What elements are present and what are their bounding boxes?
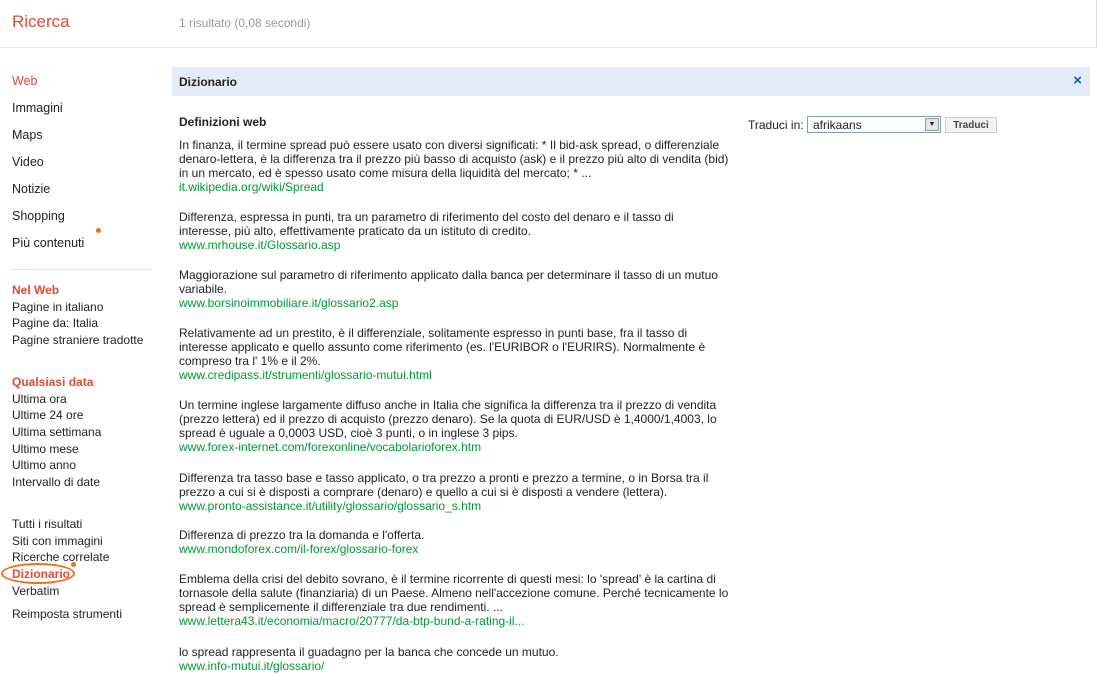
option-last-month[interactable]: Ultimo mese bbox=[12, 442, 79, 456]
option-last-year[interactable]: Ultimo anno bbox=[12, 458, 76, 472]
marker-dot bbox=[96, 228, 101, 233]
brand-title[interactable]: Ricerca bbox=[12, 12, 70, 32]
definition-source-link[interactable]: www.forex-internet.com/forexonline/vocab… bbox=[179, 440, 729, 454]
mode-maps[interactable]: Maps bbox=[12, 128, 43, 142]
option-pages-from-italy[interactable]: Pagine da: Italia bbox=[12, 316, 98, 330]
definition-source-link[interactable]: www.info-mutui.it/glossario/ bbox=[179, 659, 729, 673]
option-last-24h[interactable]: Ultime 24 ore bbox=[12, 408, 83, 422]
option-translated-pages[interactable]: Pagine straniere tradotte bbox=[12, 333, 143, 347]
definition-text: Differenza di prezzo tra la domanda e l'… bbox=[179, 528, 425, 542]
web-section-title[interactable]: Nel Web bbox=[12, 283, 59, 297]
translate-label: Traduci in: bbox=[748, 118, 804, 132]
definition-text: Differenza tra tasso base e tasso applic… bbox=[179, 471, 709, 499]
definition-item: Un termine inglese largamente diffuso an… bbox=[179, 398, 729, 454]
option-last-week[interactable]: Ultima settimana bbox=[12, 425, 101, 439]
web-definitions-title: Definizioni web bbox=[179, 115, 267, 129]
definition-text: Maggiorazione sul parametro di riferimen… bbox=[179, 268, 718, 296]
definition-source-link[interactable]: www.mondoforex.com/il-forex/glossario-fo… bbox=[179, 542, 729, 556]
reset-tools-link[interactable]: Reimposta strumenti bbox=[12, 607, 122, 621]
mode-web[interactable]: Web bbox=[12, 74, 37, 88]
definition-text: In finanza, il termine spread può essere… bbox=[179, 138, 729, 180]
definition-source-link[interactable]: www.borsinoimmobiliare.it/glossario2.asp bbox=[179, 296, 729, 310]
definition-item: Maggiorazione sul parametro di riferimen… bbox=[179, 268, 729, 310]
option-all-results[interactable]: Tutti i risultati bbox=[12, 517, 82, 531]
language-select[interactable]: afrikaans ▼ bbox=[807, 116, 941, 133]
option-italian-pages[interactable]: Pagine in italiano bbox=[12, 300, 103, 314]
definition-source-link[interactable]: www.mrhouse.it/Glossario.asp bbox=[179, 238, 729, 252]
chevron-down-icon[interactable]: ▼ bbox=[925, 118, 939, 131]
definition-source-link[interactable]: www.pronto-assistance.it/utility/glossar… bbox=[179, 499, 729, 513]
mode-shopping[interactable]: Shopping bbox=[12, 209, 65, 223]
dictionary-title: Dizionario bbox=[179, 75, 238, 89]
option-related-searches[interactable]: Ricerche correlate bbox=[12, 550, 109, 564]
definition-text: Emblema della crisi del debito sovrano, … bbox=[179, 572, 729, 614]
definition-item: Emblema della crisi del debito sovrano, … bbox=[179, 572, 729, 628]
mode-news[interactable]: Notizie bbox=[12, 182, 50, 196]
mode-video[interactable]: Video bbox=[12, 155, 44, 169]
top-bar: Ricerca 1 risultato (0,08 secondi) bbox=[0, 0, 1097, 48]
close-icon[interactable]: × bbox=[1073, 72, 1082, 89]
definition-item: In finanza, il termine spread può essere… bbox=[179, 138, 729, 194]
definition-item: Differenza, espressa in punti, tra un pa… bbox=[179, 210, 729, 252]
mode-more[interactable]: Più contenuti bbox=[12, 236, 84, 250]
option-last-hour[interactable]: Ultima ora bbox=[12, 392, 67, 406]
option-sites-with-images[interactable]: Siti con immagini bbox=[12, 534, 103, 548]
result-stats: 1 risultato (0,08 secondi) bbox=[179, 16, 311, 30]
option-verbatim[interactable]: Verbatim bbox=[12, 584, 59, 598]
definition-source-link[interactable]: it.wikipedia.org/wiki/Spread bbox=[179, 180, 729, 194]
translate-button[interactable]: Traduci bbox=[945, 117, 997, 133]
definition-item: Differenza tra tasso base e tasso applic… bbox=[179, 471, 729, 513]
definition-item: lo spread rappresenta il guadagno per la… bbox=[179, 645, 729, 673]
marker-dot bbox=[71, 562, 76, 567]
definition-item: Relativamente ad un prestito, è il diffe… bbox=[179, 326, 729, 382]
sidebar-divider bbox=[10, 269, 152, 270]
date-section-title[interactable]: Qualsiasi data bbox=[12, 375, 93, 389]
dictionary-header: Dizionario × bbox=[172, 67, 1090, 96]
language-select-value: afrikaans bbox=[813, 118, 862, 132]
definition-text: lo spread rappresenta il guadagno per la… bbox=[179, 645, 559, 659]
definition-text: Relativamente ad un prestito, è il diffe… bbox=[179, 326, 706, 368]
definition-item: Differenza di prezzo tra la domanda e l'… bbox=[179, 528, 729, 556]
mode-images[interactable]: Immagini bbox=[12, 101, 63, 115]
option-date-range[interactable]: Intervallo di date bbox=[12, 475, 100, 489]
definition-text: Un termine inglese largamente diffuso an… bbox=[179, 398, 717, 440]
highlight-circle bbox=[1, 563, 75, 584]
definition-source-link[interactable]: www.credipass.it/strumenti/glossario-mut… bbox=[179, 368, 729, 382]
definition-text: Differenza, espressa in punti, tra un pa… bbox=[179, 210, 674, 238]
definition-source-link[interactable]: www.lettera43.it/economia/macro/20777/da… bbox=[179, 614, 729, 628]
